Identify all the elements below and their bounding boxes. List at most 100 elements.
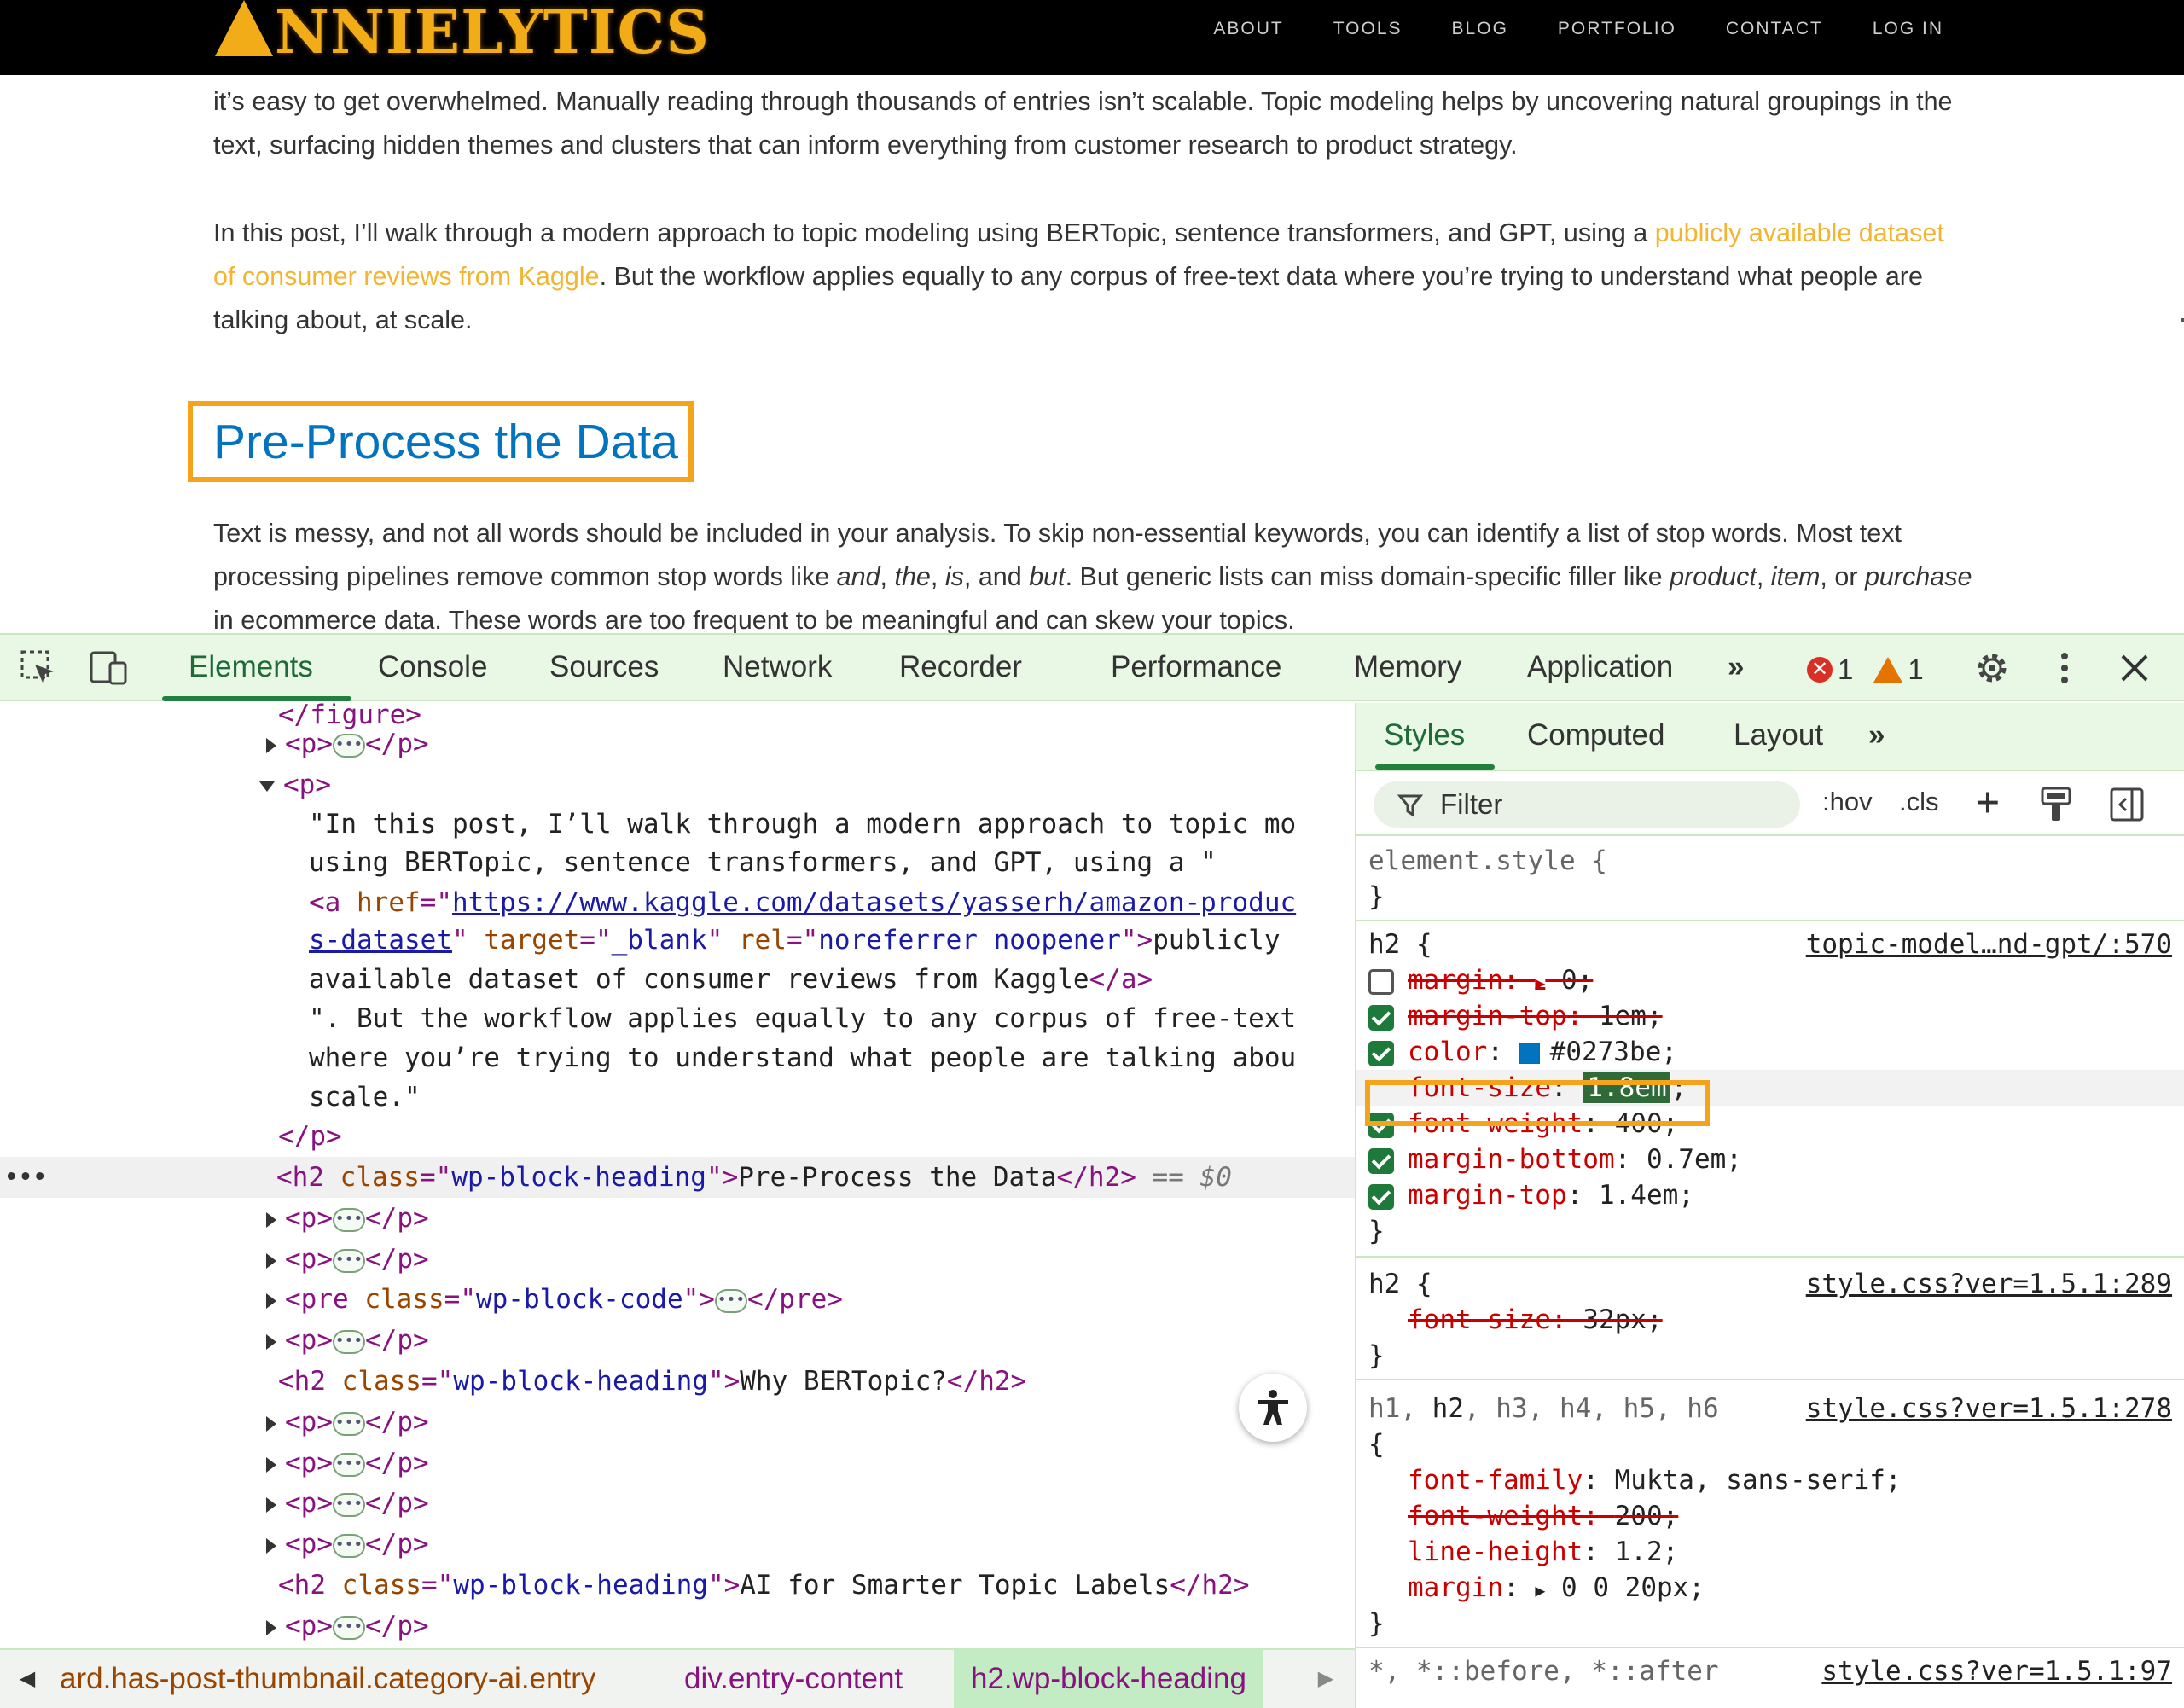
more-tabs-chevron-icon[interactable]: »: [1728, 650, 1744, 684]
css-prop-margin[interactable]: margin: ▶ 0 0 20px;: [1408, 1570, 1705, 1606]
styles-filter-input[interactable]: Filter: [1374, 781, 1800, 828]
site-logo[interactable]: NNIELYTICS: [215, 0, 710, 68]
tab-memory[interactable]: Memory: [1354, 650, 1461, 684]
hover-state-toggle[interactable]: :hov: [1822, 787, 1873, 817]
expand-arrow-icon[interactable]: [266, 1619, 276, 1635]
css-prop-line-height[interactable]: line-height: 1.2;: [1408, 1534, 1678, 1570]
more-panes-chevron-icon[interactable]: »: [1868, 718, 1885, 752]
rule2-source-link[interactable]: style.css?ver=1.5.1:289: [1806, 1266, 2172, 1302]
expand-arrow-icon[interactable]: [266, 737, 276, 753]
dom-text-node[interactable]: using BERTopic, sentence transformers, a…: [309, 842, 1355, 883]
expand-arrow-icon[interactable]: [266, 1293, 276, 1309]
dom-node-p[interactable]: <p> •••</p>: [266, 1402, 1355, 1443]
prop-checkbox[interactable]: [1368, 1004, 1394, 1031]
expand-arrow-icon[interactable]: [266, 1537, 276, 1554]
expand-shorthand-icon[interactable]: ▶: [1535, 973, 1545, 993]
expand-shorthand-icon[interactable]: ▶: [1535, 1580, 1545, 1601]
css-prop-font-family[interactable]: font-family: Mukta, sans-serif;: [1408, 1462, 1902, 1498]
dom-text-node[interactable]: ". But the workflow applies equally to a…: [309, 998, 1355, 1039]
dom-node-p[interactable]: <p> •••</p>: [266, 723, 1355, 764]
ellipsis-icon[interactable]: •••: [333, 1533, 365, 1558]
css-prop-margin-bottom[interactable]: margin-bottom: 0.7em;: [1368, 1142, 1742, 1177]
dom-node-p[interactable]: <p> •••</p>: [266, 1443, 1355, 1484]
breadcrumb-article[interactable]: ard.has-post-thumbnail.category-ai.entry: [43, 1650, 613, 1708]
nav-login-link[interactable]: LOG IN: [1873, 19, 1943, 39]
prop-checkbox[interactable]: [1368, 1040, 1394, 1066]
tab-console[interactable]: Console: [378, 650, 487, 684]
expand-arrow-icon[interactable]: [266, 1496, 276, 1513]
tab-elements[interactable]: Elements: [189, 650, 313, 684]
tab-performance[interactable]: Performance: [1111, 650, 1281, 684]
css-prop-font-size-overridden[interactable]: font-size: 32px;: [1408, 1302, 1663, 1338]
prop-checkbox[interactable]: [1368, 1147, 1394, 1174]
prop-checkbox[interactable]: [1368, 1183, 1394, 1210]
prop-checkbox[interactable]: [1368, 968, 1394, 995]
nav-blog-link[interactable]: BLOG: [1452, 19, 1508, 39]
dom-text-node[interactable]: where you’re trying to understand what p…: [309, 1037, 1355, 1078]
nav-portfolio-link[interactable]: PORTFOLIO: [1558, 19, 1676, 39]
inspect-element-icon[interactable]: [17, 647, 60, 689]
tab-network[interactable]: Network: [723, 650, 832, 684]
kebab-menu-icon[interactable]: [2043, 647, 2086, 689]
toggle-sidebar-icon[interactable]: [2109, 787, 2145, 822]
dom-node-p-expanded[interactable]: <p>: [259, 764, 1355, 805]
color-swatch[interactable]: [1519, 1043, 1540, 1064]
tab-computed[interactable]: Computed: [1527, 718, 1664, 752]
ellipsis-icon[interactable]: •••: [714, 1288, 747, 1313]
ellipsis-icon[interactable]: •••: [333, 1207, 365, 1232]
rule1-selector[interactable]: h2 {: [1368, 927, 1432, 962]
tab-recorder[interactable]: Recorder: [899, 650, 1022, 684]
tab-styles[interactable]: Styles: [1384, 718, 1465, 752]
more-options-icon[interactable]: •••: [3, 1162, 48, 1193]
rule2-selector[interactable]: h2 {: [1368, 1266, 1432, 1302]
breadcrumb-entry-content[interactable]: div.entry-content: [667, 1650, 920, 1708]
dom-node-p[interactable]: <p> •••</p>: [266, 1198, 1355, 1239]
ellipsis-icon[interactable]: •••: [333, 1452, 365, 1477]
nav-contact-link[interactable]: CONTACT: [1726, 19, 1823, 39]
class-toggle[interactable]: .cls: [1899, 787, 1939, 817]
dom-node-h2[interactable]: <h2 class="wp-block-heading">AI for Smar…: [278, 1565, 1355, 1606]
paint-brush-icon[interactable]: [2039, 787, 2073, 822]
expand-arrow-icon[interactable]: [266, 1456, 276, 1473]
close-devtools-icon[interactable]: [2113, 647, 2156, 689]
breadcrumb-scroll-right-icon[interactable]: ▶: [1297, 1650, 1355, 1708]
dom-node-a[interactable]: <a href="https://www.kaggle.com/datasets…: [309, 882, 1355, 923]
accessibility-icon[interactable]: [1239, 1374, 1307, 1442]
css-prop-margin-top[interactable]: margin-top: 1.4em;: [1368, 1177, 1694, 1213]
css-prop-margin-top[interactable]: margin-top: 1em;: [1368, 998, 1663, 1034]
dom-node-p[interactable]: <p> •••</p>: [266, 1524, 1355, 1565]
error-counter[interactable]: ✕ 1 1: [1807, 654, 1924, 686]
device-toolbar-icon[interactable]: [87, 647, 130, 689]
dom-node-p[interactable]: <p> •••</p>: [266, 1320, 1355, 1361]
dom-text-node[interactable]: "In this post, I’ll walk through a moder…: [309, 804, 1355, 845]
nav-about-link[interactable]: ABOUT: [1213, 19, 1283, 39]
rule3-selector[interactable]: h1, h2, h3, h4, h5, h6: [1368, 1391, 1719, 1426]
new-style-rule-icon[interactable]: +: [1976, 778, 2000, 824]
collapse-arrow-icon[interactable]: [259, 781, 275, 792]
dom-node-a-text[interactable]: available dataset of consumer reviews fr…: [309, 959, 1355, 1000]
element-style-selector[interactable]: element.style {: [1368, 843, 1607, 879]
tab-layout[interactable]: Layout: [1734, 718, 1823, 752]
expand-arrow-icon[interactable]: [266, 1333, 276, 1350]
tab-application[interactable]: Application: [1527, 650, 1673, 684]
ellipsis-icon[interactable]: •••: [333, 1615, 365, 1640]
expand-arrow-icon[interactable]: [266, 1252, 276, 1269]
expand-arrow-icon[interactable]: [266, 1415, 276, 1432]
ellipsis-icon[interactable]: •••: [333, 1329, 365, 1354]
css-prop-color[interactable]: color: #0273be;: [1368, 1034, 1677, 1070]
dom-node-p-close[interactable]: </p>: [278, 1116, 1355, 1157]
dom-text-node[interactable]: scale.": [309, 1077, 1355, 1118]
rule1-source-link[interactable]: topic-model…nd-gpt/:570: [1806, 927, 2172, 962]
ellipsis-icon[interactable]: •••: [333, 1248, 365, 1273]
rule3-source-link[interactable]: style.css?ver=1.5.1:278: [1806, 1391, 2172, 1426]
rule4-selector[interactable]: *, *::before, *::after: [1368, 1653, 1719, 1689]
dom-node-h2[interactable]: <h2 class="wp-block-heading">Why BERTopi…: [278, 1361, 1355, 1402]
expand-arrow-icon[interactable]: [266, 1211, 276, 1228]
dom-node-p[interactable]: <p> •••</p>: [266, 1239, 1355, 1280]
dom-href-link[interactable]: https://www.kaggle.com/datasets/yasserh/…: [452, 887, 1296, 918]
tab-sources[interactable]: Sources: [549, 650, 659, 684]
dom-node-a-attrs[interactable]: s-dataset" target="_blank" rel="noreferr…: [309, 920, 1355, 961]
ellipsis-icon[interactable]: •••: [333, 733, 365, 758]
dom-node-p[interactable]: <p> •••</p>: [266, 1606, 1355, 1647]
css-prop-margin[interactable]: margin: ▶ 0;: [1368, 962, 1593, 998]
